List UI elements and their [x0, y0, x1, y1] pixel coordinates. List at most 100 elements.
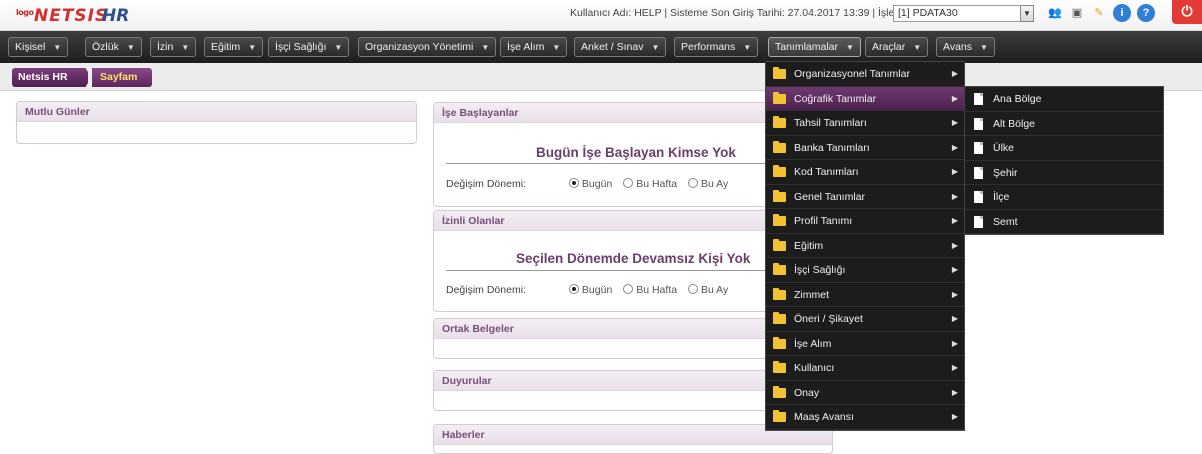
users-icon[interactable]: 👥	[1046, 4, 1064, 22]
folder-icon	[773, 287, 786, 300]
menu-item-genel-tanimlar[interactable]: Genel Tanımlar ▶	[766, 185, 964, 209]
folder-icon	[773, 312, 786, 324]
chevron-down-icon: ▼	[481, 43, 490, 52]
menu-item-profil-tanimi[interactable]: Profil Tanımı ▶	[766, 209, 964, 234]
nav-araclar[interactable]: Araçlar ▼	[865, 37, 929, 57]
chevron-right-icon: ▶	[951, 191, 958, 201]
chevron-down-icon: ▼	[53, 43, 62, 52]
folder-icon	[773, 91, 786, 104]
chevron-right-icon: ▶	[951, 240, 958, 250]
period-label: Değişim Dönemi:	[446, 178, 526, 190]
menu-item-oneri-sikayet[interactable]: Öneri / Şikayet ▶	[766, 307, 964, 332]
chevron-down-icon: ▼	[552, 43, 561, 52]
period-selector: Değişim Dönemi: Bugün Bu Hafta Bu Ay	[446, 178, 736, 190]
period-selector: Değişim Dönemi: Bugün Bu Hafta Bu Ay	[446, 284, 736, 296]
menu-item-ulke[interactable]: Ülke	[965, 136, 1163, 161]
logo-main-text: NETSIS	[34, 6, 109, 26]
user-session-info: Kullanıcı Adı: HELP | Sisteme Son Giriş …	[570, 7, 915, 19]
menu-item-onay[interactable]: Onay ▶	[766, 381, 964, 405]
breadcrumb-current[interactable]: Sayfam	[92, 68, 152, 87]
nav-anket-sinav[interactable]: Anket / Sınav ▼	[574, 37, 667, 57]
folder-icon	[773, 361, 786, 373]
radio-bugun[interactable]	[568, 284, 579, 294]
folder-icon	[773, 336, 786, 349]
nav-performans[interactable]: Performans ▼	[674, 37, 759, 57]
radio-label: Bu Hafta	[636, 284, 678, 296]
radio-bu-hafta[interactable]	[623, 284, 634, 294]
chevron-down-icon: ▼	[334, 43, 343, 52]
breadcrumb-home[interactable]: Netsis HR	[12, 68, 88, 87]
nav-avans[interactable]: Avans ▼	[936, 37, 995, 57]
folder-icon	[773, 385, 786, 398]
chevron-right-icon: ▶	[951, 118, 958, 127]
nav-ozluk[interactable]: Özlük ▼	[85, 37, 142, 57]
page-icon	[974, 142, 983, 154]
radio-bu-ay[interactable]	[688, 284, 698, 294]
folder-icon	[773, 165, 786, 177]
nav-tanimlamalar[interactable]: Tanımlamalar ▼	[768, 37, 861, 57]
menu-item-ana-bolge[interactable]: Ana Bölge	[965, 87, 1163, 112]
page-icon	[974, 93, 983, 105]
nav-ise-alim[interactable]: İşe Alım ▼	[500, 37, 568, 57]
help-icon[interactable]: ?	[1137, 4, 1155, 22]
nav-organizasyon-yonetimi[interactable]: Organizasyon Yönetimi ▼	[358, 37, 497, 57]
main-nav: Kişisel ▼ Özlük ▼ İzin ▼ Eğitim ▼ İşçi Sağlı…	[0, 31, 1202, 63]
folder-icon	[773, 238, 786, 251]
key-icon[interactable]: ✎	[1090, 4, 1108, 22]
menu-item-egitim[interactable]: Eğitim ▶	[766, 234, 964, 258]
radio-bu-ay[interactable]	[688, 178, 698, 188]
chevron-right-icon: ▶	[951, 167, 958, 176]
divider	[446, 270, 766, 271]
folder-icon	[773, 263, 786, 275]
logo-hr-text: HR	[102, 6, 130, 26]
radio-label: Bugün	[581, 284, 613, 296]
folder-icon	[773, 214, 786, 226]
chevron-down-icon: ▼	[743, 43, 752, 52]
menu-item-zimmet[interactable]: Zimmet ▶	[766, 283, 964, 307]
radio-label: Bu Ay	[701, 284, 729, 296]
chevron-down-icon: ▼	[248, 43, 257, 52]
chevron-right-icon: ▶	[951, 387, 958, 397]
radio-bu-hafta[interactable]	[623, 178, 634, 188]
menu-item-banka-tanimlari[interactable]: Banka Tanımları ▶	[766, 136, 964, 160]
chevron-down-icon: ▼	[913, 43, 922, 52]
nav-kisisel[interactable]: Kişisel ▼	[8, 37, 69, 57]
menu-item-tahsil-tanimlari[interactable]: Tahsil Tanımları ▶	[766, 111, 964, 136]
menu-item-maas-avansi[interactable]: Maaş Avansı ▶	[766, 405, 964, 430]
top-header: logo NETSIS HR Kullanıcı Adı: HELP | Sis…	[0, 0, 1202, 31]
company-select[interactable]: [1] PDATA30	[893, 5, 1031, 22]
chevron-down-icon[interactable]: ▼	[1020, 5, 1034, 22]
page-icon	[974, 117, 983, 130]
period-label: Değişim Dönemi:	[446, 284, 526, 296]
chevron-right-icon: ▶	[951, 314, 958, 323]
nav-isci-sagligi[interactable]: İşçi Sağlığı ▼	[268, 37, 350, 57]
menu-item-ise-alim[interactable]: İşe Alım ▶	[766, 332, 964, 356]
folder-icon	[773, 140, 786, 153]
chevron-right-icon: ▶	[951, 289, 958, 299]
chevron-down-icon: ▼	[651, 43, 660, 52]
chevron-right-icon: ▶	[951, 338, 958, 348]
mutlu-gunler-panel: Mutlu Günler	[16, 101, 417, 144]
chevron-down-icon: ▼	[846, 43, 854, 52]
menu-item-kod-tanimlari[interactable]: Kod Tanımları ▶	[766, 160, 964, 185]
menu-item-alt-bolge[interactable]: Alt Bölge	[965, 112, 1163, 136]
radio-bugun[interactable]	[568, 178, 579, 188]
page-icon	[974, 166, 983, 179]
computer-icon[interactable]: ▣	[1068, 4, 1086, 22]
folder-icon	[773, 189, 786, 202]
tanimlamalar-menu: Organizasyonel Tanımlar ▶ Coğrafik Tanıml…	[765, 61, 965, 431]
logo-small-text: logo	[16, 8, 34, 17]
menu-item-cografik-tanimlar[interactable]: Coğrafik Tanımlar ▶	[766, 86, 964, 111]
menu-item-sehir[interactable]: Şehir	[965, 161, 1163, 185]
menu-item-semt[interactable]: Semt	[965, 210, 1163, 234]
nav-izin[interactable]: İzin ▼	[150, 37, 197, 57]
menu-item-isci-sagligi[interactable]: İşçi Sağlığı ▶	[766, 258, 964, 283]
radio-label: Bu Hafta	[636, 178, 678, 190]
menu-item-ilce[interactable]: İlçe	[965, 185, 1163, 210]
empty-state-message: Seçilen Dönemde Devamsız Kişi Yok	[516, 251, 751, 266]
info-icon[interactable]: i	[1113, 4, 1131, 22]
power-icon[interactable]: ⏻	[1172, 0, 1202, 24]
menu-item-kullanici[interactable]: Kullanıcı ▶	[766, 356, 964, 381]
menu-item-organizasyonel-tanimlar[interactable]: Organizasyonel Tanımlar ▶	[766, 62, 964, 87]
nav-egitim[interactable]: Eğitim ▼	[204, 37, 264, 57]
